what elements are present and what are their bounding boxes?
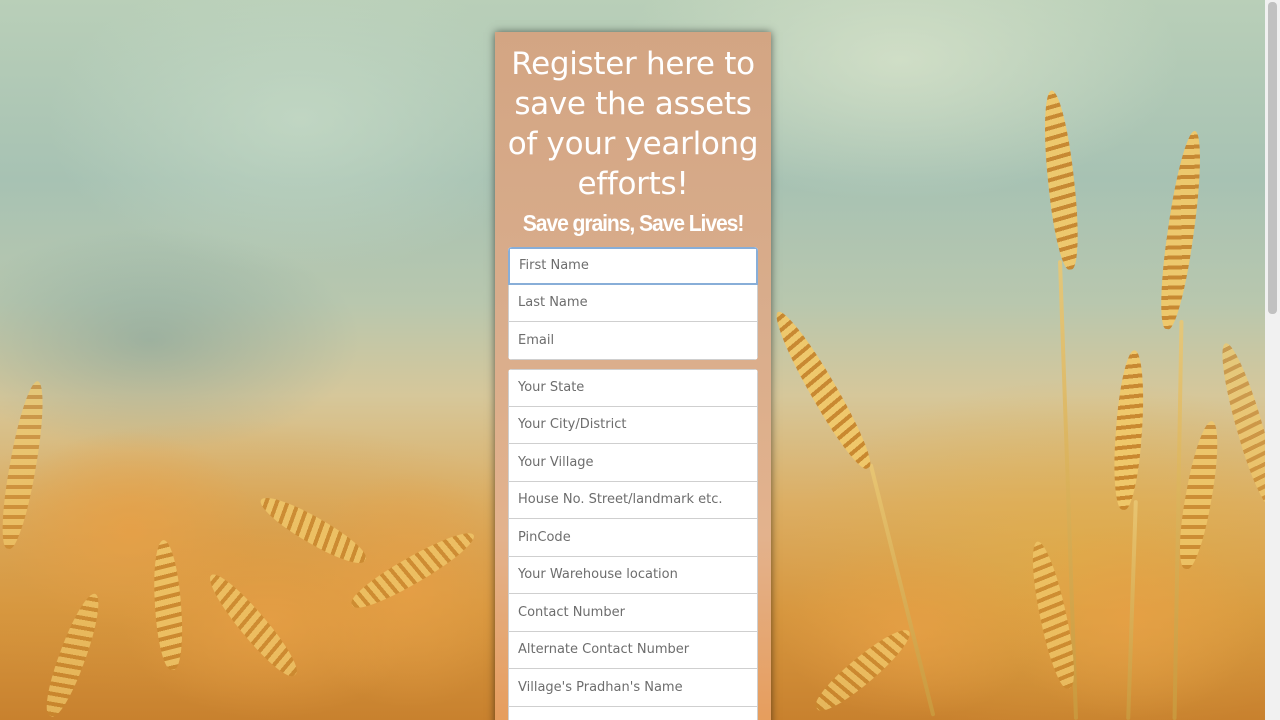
email-input[interactable] [508, 322, 758, 360]
last-name-input[interactable] [508, 284, 758, 322]
address-info-group [508, 369, 758, 720]
pincode-input[interactable] [508, 519, 758, 557]
pradhan-name-input[interactable] [508, 669, 758, 707]
first-name-input[interactable] [508, 247, 758, 285]
street-landmark-input[interactable] [508, 481, 758, 519]
wheat-ear [1154, 129, 1208, 331]
registration-page: Register here to save the assets of your… [0, 0, 1280, 720]
contact-number-input[interactable] [508, 594, 758, 632]
alternate-contact-number-input[interactable] [508, 631, 758, 669]
wheat-ear [766, 305, 880, 475]
page-title: Register here to save the assets of your… [507, 46, 759, 202]
warehouse-location-input[interactable] [508, 556, 758, 594]
next-field-input[interactable] [508, 706, 758, 720]
wheat-ear [1110, 349, 1148, 511]
wheat-ear [1038, 89, 1084, 271]
blurred-wheat-cluster [300, 470, 520, 710]
state-input[interactable] [508, 369, 758, 407]
scrollbar-thumb[interactable] [1268, 2, 1277, 314]
village-input[interactable] [508, 444, 758, 482]
tagline: Save grains, Save Lives! [522, 210, 745, 236]
city-district-input[interactable] [508, 406, 758, 444]
page-scrollbar[interactable] [1265, 0, 1280, 720]
personal-info-group [508, 247, 758, 360]
